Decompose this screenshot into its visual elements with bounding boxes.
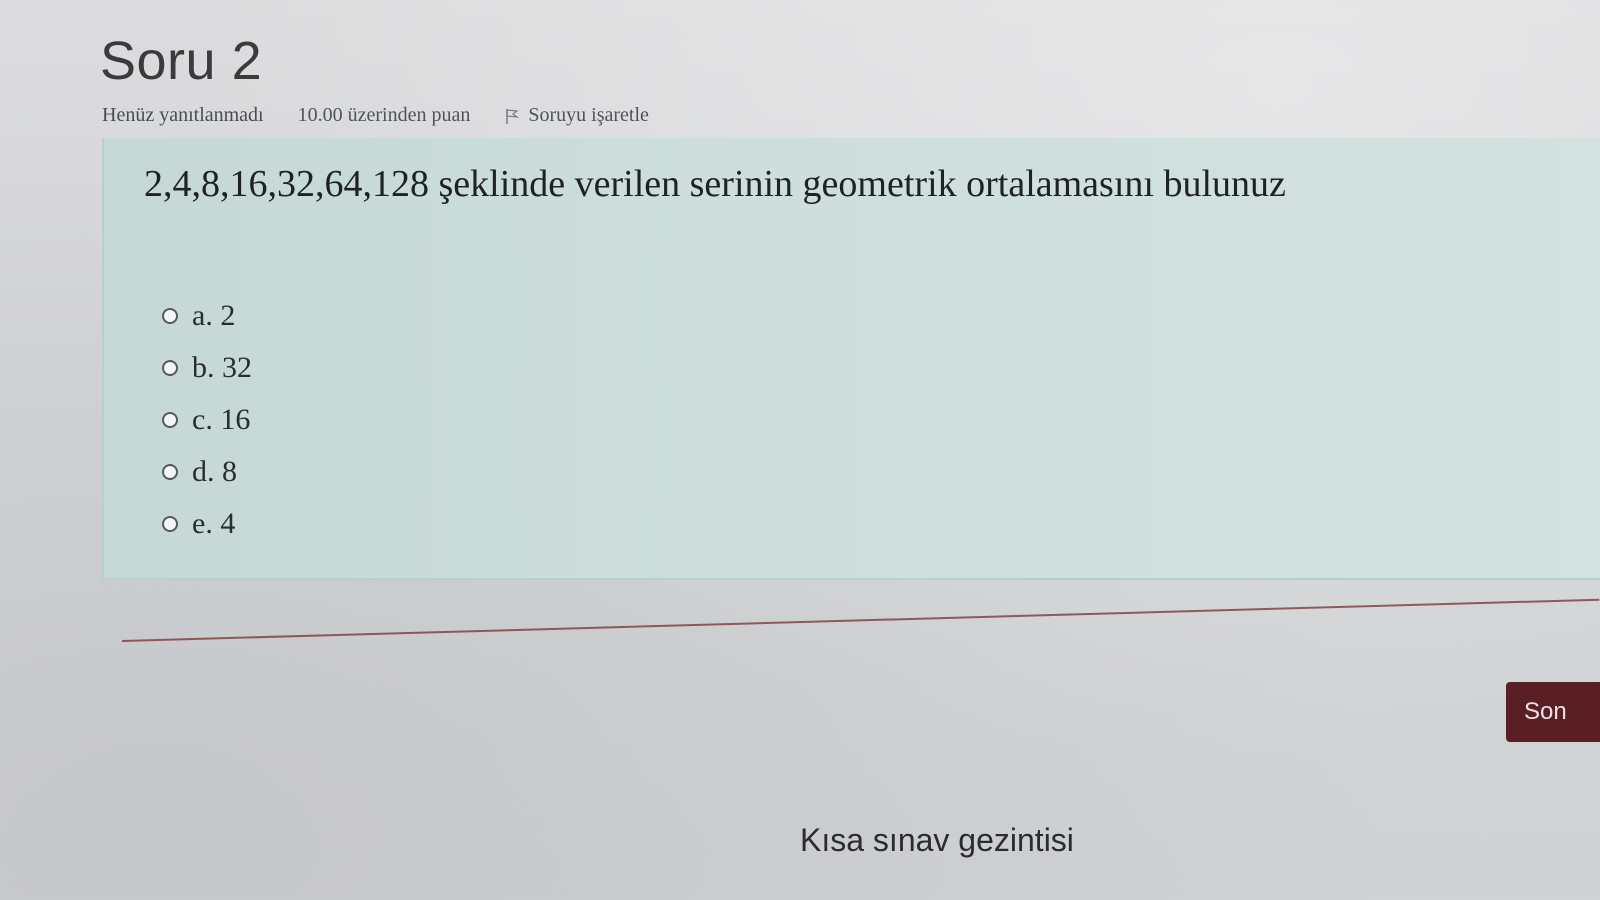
flag-question-link[interactable]: Soruyu işaretle bbox=[504, 104, 649, 127]
flag-question-label: Soruyu işaretle bbox=[528, 104, 649, 126]
question-formulation: 2,4,8,16,32,64,128 şeklinde verilen seri… bbox=[102, 138, 1600, 580]
answer-option-c[interactable]: c. 16 bbox=[162, 394, 252, 446]
question-grade: 10.00 üzerinden puan bbox=[297, 104, 471, 126]
answer-list: a. 2 b. 32 c. 16 d. 8 e. 4 bbox=[162, 290, 252, 550]
radio-button[interactable] bbox=[162, 516, 178, 532]
flag-icon bbox=[506, 108, 520, 124]
answer-label: e. 4 bbox=[192, 507, 236, 540]
question-state: Henüz yanıtlanmadı bbox=[102, 104, 264, 126]
answer-label: b. 32 bbox=[192, 351, 252, 384]
radio-button[interactable] bbox=[162, 360, 178, 376]
quiz-navigation-title: Kısa sınav gezintisi bbox=[800, 822, 1074, 858]
answer-option-e[interactable]: e. 4 bbox=[162, 498, 252, 550]
answer-option-b[interactable]: b. 32 bbox=[162, 342, 252, 394]
question-info: Henüz yanıtlanmadı 10.00 üzerinden puan … bbox=[102, 104, 649, 127]
section-divider bbox=[121, 598, 1600, 642]
quiz-page: Soru 2 Henüz yanıtlanmadı 10.00 üzerinde… bbox=[0, 0, 1600, 900]
radio-button[interactable] bbox=[162, 464, 178, 480]
radio-button[interactable] bbox=[162, 308, 178, 324]
question-title: Soru 2 bbox=[100, 31, 263, 91]
answer-label: c. 16 bbox=[192, 403, 251, 436]
radio-button[interactable] bbox=[162, 412, 178, 428]
question-text: 2,4,8,16,32,64,128 şeklinde verilen seri… bbox=[144, 163, 1286, 205]
answer-option-d[interactable]: d. 8 bbox=[162, 446, 252, 498]
answer-option-a[interactable]: a. 2 bbox=[162, 290, 252, 342]
answer-label: a. 2 bbox=[192, 299, 236, 332]
next-page-button[interactable]: Son bbox=[1506, 682, 1600, 742]
answer-label: d. 8 bbox=[192, 455, 237, 488]
